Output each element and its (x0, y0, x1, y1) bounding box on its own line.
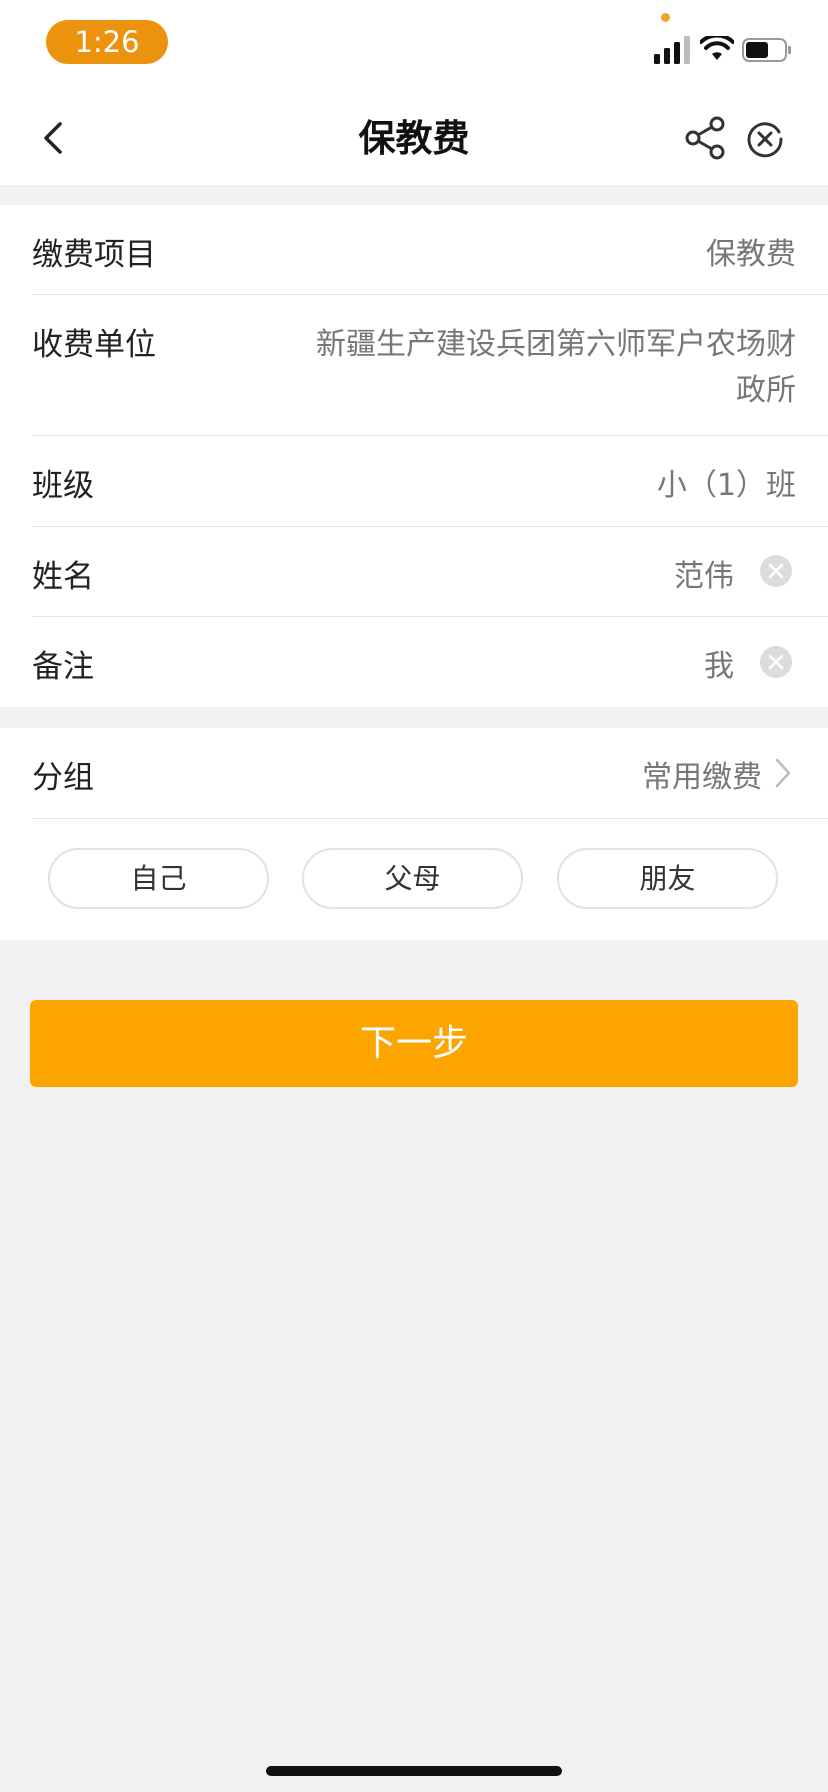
mic-indicator-dot (661, 13, 670, 22)
group-chip-self[interactable]: 自己 (48, 848, 269, 909)
note-label: 备注 (32, 649, 94, 685)
row-payee: 收费单位 新疆生产建设兵团第六师军户农场财 政所 (0, 295, 828, 435)
note-input[interactable]: 我 (704, 641, 734, 685)
wifi-icon (700, 36, 734, 60)
group-chip-parents[interactable]: 父母 (302, 848, 523, 909)
class-label: 班级 (32, 468, 94, 504)
row-payment-item: 缴费项目 保教费 (0, 205, 828, 295)
group-chip-friends[interactable]: 朋友 (557, 848, 778, 909)
name-input[interactable]: 范伟 (674, 551, 734, 595)
payment-details-section: 缴费项目 保教费 收费单位 新疆生产建设兵团第六师军户农场财 政所 班级 小（1… (0, 205, 828, 707)
page-title: 保教费 (358, 117, 470, 160)
share-icon[interactable] (682, 114, 730, 162)
chevron-right-icon[interactable] (774, 757, 792, 789)
clear-name-icon[interactable] (760, 555, 792, 587)
payee-value-line1: 新疆生产建设兵团第六师军户农场财 (316, 327, 796, 362)
status-bar: 1:26 (0, 0, 828, 92)
next-step-button[interactable]: 下一步 (30, 1000, 798, 1087)
payee-label: 收费单位 (32, 327, 156, 363)
name-label: 姓名 (32, 559, 94, 595)
row-note[interactable]: 备注 我 (0, 617, 828, 707)
signal-icon (654, 36, 690, 64)
nav-bar: 保教费 (0, 92, 828, 185)
status-time: 1:26 (46, 20, 168, 64)
group-label: 分组 (32, 760, 94, 796)
back-arrow-icon[interactable] (30, 110, 78, 166)
payee-value-line2: 政所 (736, 373, 796, 408)
row-group[interactable]: 分组 常用缴费 (0, 728, 828, 818)
close-circle-icon[interactable] (746, 120, 784, 158)
payment-item-value: 保教费 (706, 237, 796, 272)
divider (32, 818, 828, 819)
clear-note-icon[interactable] (760, 646, 792, 678)
home-indicator[interactable] (266, 1766, 562, 1776)
row-name[interactable]: 姓名 范伟 (0, 527, 828, 616)
group-value[interactable]: 常用缴费 (642, 752, 762, 796)
payment-item-label: 缴费项目 (32, 237, 156, 273)
battery-icon (742, 38, 791, 62)
class-value: 小（1）班 (656, 468, 796, 503)
row-class: 班级 小（1）班 (0, 436, 828, 526)
